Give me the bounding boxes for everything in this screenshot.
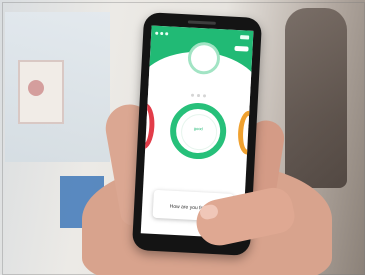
page-dot	[190, 93, 195, 97]
photo-scene: good How are you feeling?	[0, 0, 365, 275]
status-bar	[155, 29, 250, 42]
menu-icon[interactable]	[234, 45, 249, 52]
mood-ring-label: good	[193, 125, 203, 132]
signal-icon	[155, 31, 169, 35]
app-header	[140, 25, 254, 146]
page-dot	[202, 94, 207, 98]
phone-speaker	[187, 20, 216, 25]
battery-icon	[240, 35, 250, 40]
page-dot	[196, 93, 201, 98]
